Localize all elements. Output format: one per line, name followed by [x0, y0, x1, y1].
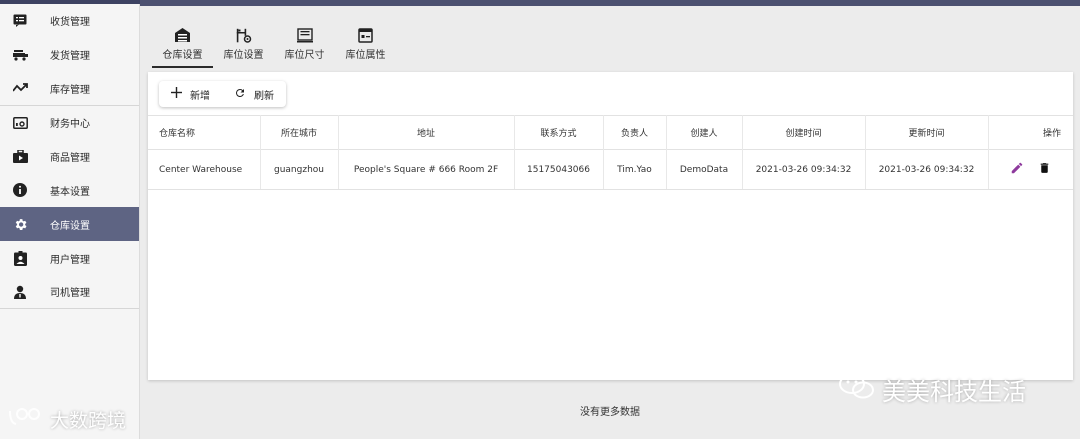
cell-created-time: 2021-03-26 09:34:32 [742, 149, 866, 190]
tab-location-attributes[interactable]: 库位属性 [335, 24, 396, 68]
tab-label: 仓库设置 [162, 50, 203, 61]
sidebar-item-label: 库存管理 [50, 84, 90, 96]
delete-icon[interactable] [1038, 161, 1051, 178]
sidebar-item-finance[interactable]: 财务中心 [0, 106, 139, 140]
sidebar-item-receiving[interactable]: 收货管理 [0, 4, 139, 38]
trend-icon [11, 80, 29, 96]
sidebar-item-label: 收货管理 [50, 17, 90, 29]
edit-icon[interactable] [1010, 161, 1024, 178]
truck-icon [11, 47, 29, 63]
wechat-icon [838, 373, 876, 407]
sidebar-item-label: 基本设置 [50, 186, 90, 198]
refresh-icon [234, 87, 246, 102]
column-header[interactable]: 地址 [338, 115, 515, 150]
watermark-right-text: 美美科技生活 [882, 378, 1026, 406]
warehouse-list-card: 新增 刷新 仓库名称 所在城市 地址 联系方式 负责人 创建人 创建时间 更新时… [148, 72, 1073, 380]
sidebar-item-users[interactable]: 用户管理 [0, 241, 139, 275]
warehouse-table: 仓库名称 所在城市 地址 联系方式 负责人 创建人 创建时间 更新时间 操作 C… [148, 115, 1073, 190]
watermark-left: 大数跨境 [8, 406, 126, 433]
sidebar-item-label: 财务中心 [50, 119, 90, 131]
sidebar-item-label: 用户管理 [50, 254, 90, 266]
sidebar-item-label: 仓库设置 [50, 220, 90, 232]
column-header[interactable]: 创建人 [666, 115, 743, 150]
sidebar: 收货管理 发货管理 库存管理 财务中心 商品管理 基本设置 仓库设置 用户管理 … [0, 4, 140, 439]
cell-actions [988, 149, 1073, 190]
sidebar-item-basic-settings[interactable]: 基本设置 [0, 173, 139, 207]
tab-label: 库位设置 [223, 50, 264, 61]
settings-tabs: 仓库设置 库位设置 库位尺寸 库位属性 [152, 24, 396, 68]
cell-address: People's Square # 666 Room 2F [338, 149, 515, 190]
location-attr-icon [358, 27, 373, 43]
driver-icon [11, 284, 29, 300]
sidebar-item-warehouse-settings[interactable]: 仓库设置 [0, 207, 139, 242]
cell-contact: 15175043066 [514, 149, 604, 190]
column-header[interactable]: 创建时间 [742, 115, 866, 150]
finance-icon [11, 115, 29, 131]
tab-warehouse-settings[interactable]: 仓库设置 [152, 24, 213, 68]
sidebar-item-label: 商品管理 [50, 153, 90, 164]
add-button[interactable]: 新增 [159, 81, 222, 107]
add-button-label: 新增 [190, 90, 210, 102]
refresh-button[interactable]: 刷新 [222, 81, 286, 107]
info-icon [11, 182, 29, 198]
column-header[interactable]: 联系方式 [514, 115, 604, 150]
sidebar-item-inventory[interactable]: 库存管理 [0, 72, 139, 106]
sidebar-item-label: 发货管理 [50, 51, 90, 63]
sidebar-item-label: 司机管理 [50, 288, 90, 300]
cell-creator: DemoData [666, 149, 743, 190]
refresh-button-label: 刷新 [254, 90, 274, 102]
cell-updated-time: 2021-03-26 09:34:32 [865, 149, 989, 190]
warehouse-icon [175, 27, 190, 43]
cell-warehouse-name: Center Warehouse [148, 149, 261, 190]
table-header-row: 仓库名称 所在城市 地址 联系方式 负责人 创建人 创建时间 更新时间 操作 [148, 115, 1073, 150]
user-badge-icon [11, 250, 29, 266]
column-header[interactable]: 更新时间 [865, 115, 989, 150]
tab-label: 库位属性 [345, 50, 386, 61]
column-header[interactable]: 所在城市 [260, 115, 339, 150]
column-header[interactable]: 负责人 [603, 115, 667, 150]
cell-manager: Tim.Yao [603, 149, 667, 190]
top-bar [140, 0, 1080, 6]
goods-icon [11, 149, 29, 165]
watermark-right: 美美科技生活 [838, 372, 1026, 407]
gear-icon [11, 216, 29, 232]
tab-location-settings[interactable]: 库位设置 [213, 24, 274, 68]
no-more-data-text: 没有更多数据 [580, 407, 640, 418]
receipt-icon [11, 13, 29, 29]
watermark-left-text: 大数跨境 [50, 410, 127, 432]
column-header[interactable]: 仓库名称 [148, 115, 261, 150]
table-row: Center Warehouse guangzhou People's Squa… [148, 149, 1073, 190]
sidebar-item-shipping[interactable]: 发货管理 [0, 38, 139, 72]
toolbar: 新增 刷新 [159, 81, 286, 107]
column-header: 操作 [988, 115, 1073, 150]
location-settings-icon [236, 27, 252, 43]
tab-label: 库位尺寸 [284, 50, 325, 61]
watermark-logo-icon [8, 407, 46, 432]
plus-icon [171, 87, 182, 101]
sidebar-item-goods[interactable]: 商品管理 [0, 140, 139, 174]
sidebar-item-drivers[interactable]: 司机管理 [0, 275, 139, 310]
location-size-icon [296, 27, 313, 43]
tab-location-size[interactable]: 库位尺寸 [274, 24, 335, 68]
cell-city: guangzhou [260, 149, 339, 190]
